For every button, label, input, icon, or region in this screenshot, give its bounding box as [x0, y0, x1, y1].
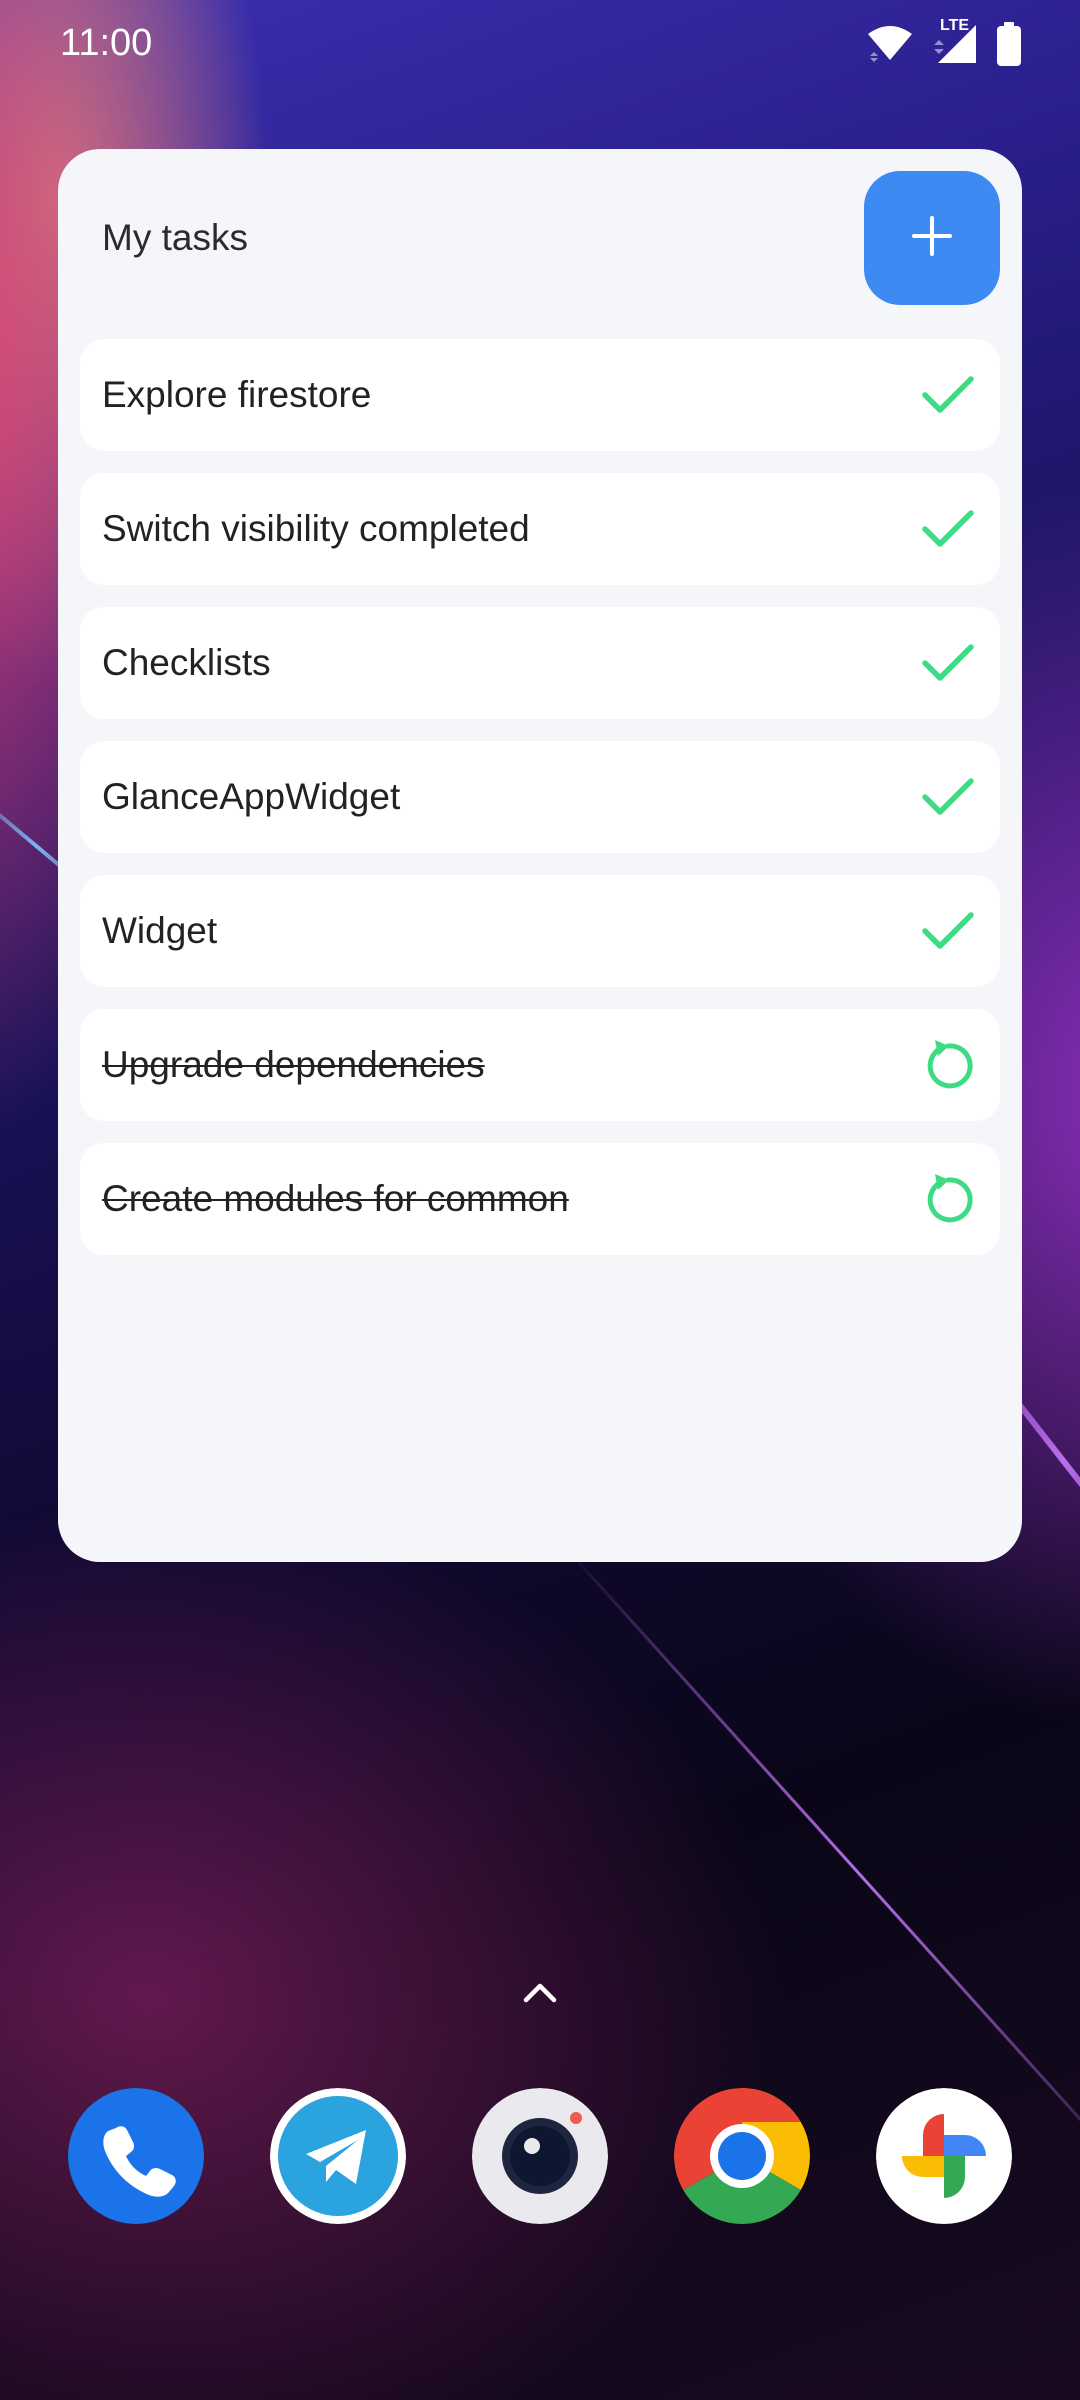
status-bar: 11:00 LTE: [0, 0, 1080, 90]
task-label: Explore firestore: [102, 374, 372, 415]
task-row[interactable]: Widget: [80, 875, 1000, 987]
task-label: Create modules for common: [102, 1178, 569, 1219]
task-label: Upgrade dependencies: [102, 1044, 485, 1085]
task-row[interactable]: Checklists: [80, 607, 1000, 719]
check-icon[interactable]: [918, 767, 978, 827]
camera-app[interactable]: [472, 2088, 608, 2224]
task-row[interactable]: GlanceAppWidget: [80, 741, 1000, 853]
telegram-icon: [270, 2088, 406, 2224]
dock: [0, 2088, 1080, 2224]
photos-app[interactable]: [876, 2088, 1012, 2224]
app-drawer-handle[interactable]: [520, 1978, 560, 2008]
check-icon[interactable]: [918, 633, 978, 693]
task-row-completed[interactable]: Upgrade dependencies: [80, 1009, 1000, 1121]
chrome-icon: [674, 2088, 810, 2224]
chevron-up-icon: [520, 1983, 560, 2012]
task-row[interactable]: Switch visibility completed: [80, 473, 1000, 585]
task-label: Switch visibility completed: [102, 508, 530, 549]
network-label: LTE: [940, 17, 970, 34]
wifi-icon: [866, 24, 914, 69]
phone-icon: [68, 2088, 204, 2224]
phone-app[interactable]: [68, 2088, 204, 2224]
restore-icon[interactable]: [918, 1035, 978, 1095]
status-time: 11:00: [60, 22, 153, 64]
chrome-app[interactable]: [674, 2088, 810, 2224]
task-label: GlanceAppWidget: [102, 776, 401, 817]
check-icon[interactable]: [918, 365, 978, 425]
telegram-app[interactable]: [270, 2088, 406, 2224]
task-list: Explore firestore Switch visibility comp…: [80, 339, 1000, 1277]
signal-icon: LTE: [932, 17, 978, 70]
status-icons: LTE: [866, 17, 1022, 71]
restore-icon[interactable]: [918, 1169, 978, 1229]
check-icon[interactable]: [918, 499, 978, 559]
check-icon[interactable]: [918, 901, 978, 961]
task-label: Checklists: [102, 642, 271, 683]
battery-icon: [996, 22, 1022, 71]
photos-icon: [876, 2088, 1012, 2224]
task-row-completed[interactable]: Create modules for common: [80, 1143, 1000, 1255]
widget-title: My tasks: [102, 217, 248, 258]
camera-icon: [472, 2088, 608, 2224]
task-row[interactable]: Explore firestore: [80, 339, 1000, 451]
add-task-button[interactable]: [864, 171, 1000, 305]
tasks-widget: My tasks Explore firestore Switch visibi…: [58, 149, 1022, 1562]
plus-icon: [910, 214, 954, 263]
task-label: Widget: [102, 910, 218, 951]
